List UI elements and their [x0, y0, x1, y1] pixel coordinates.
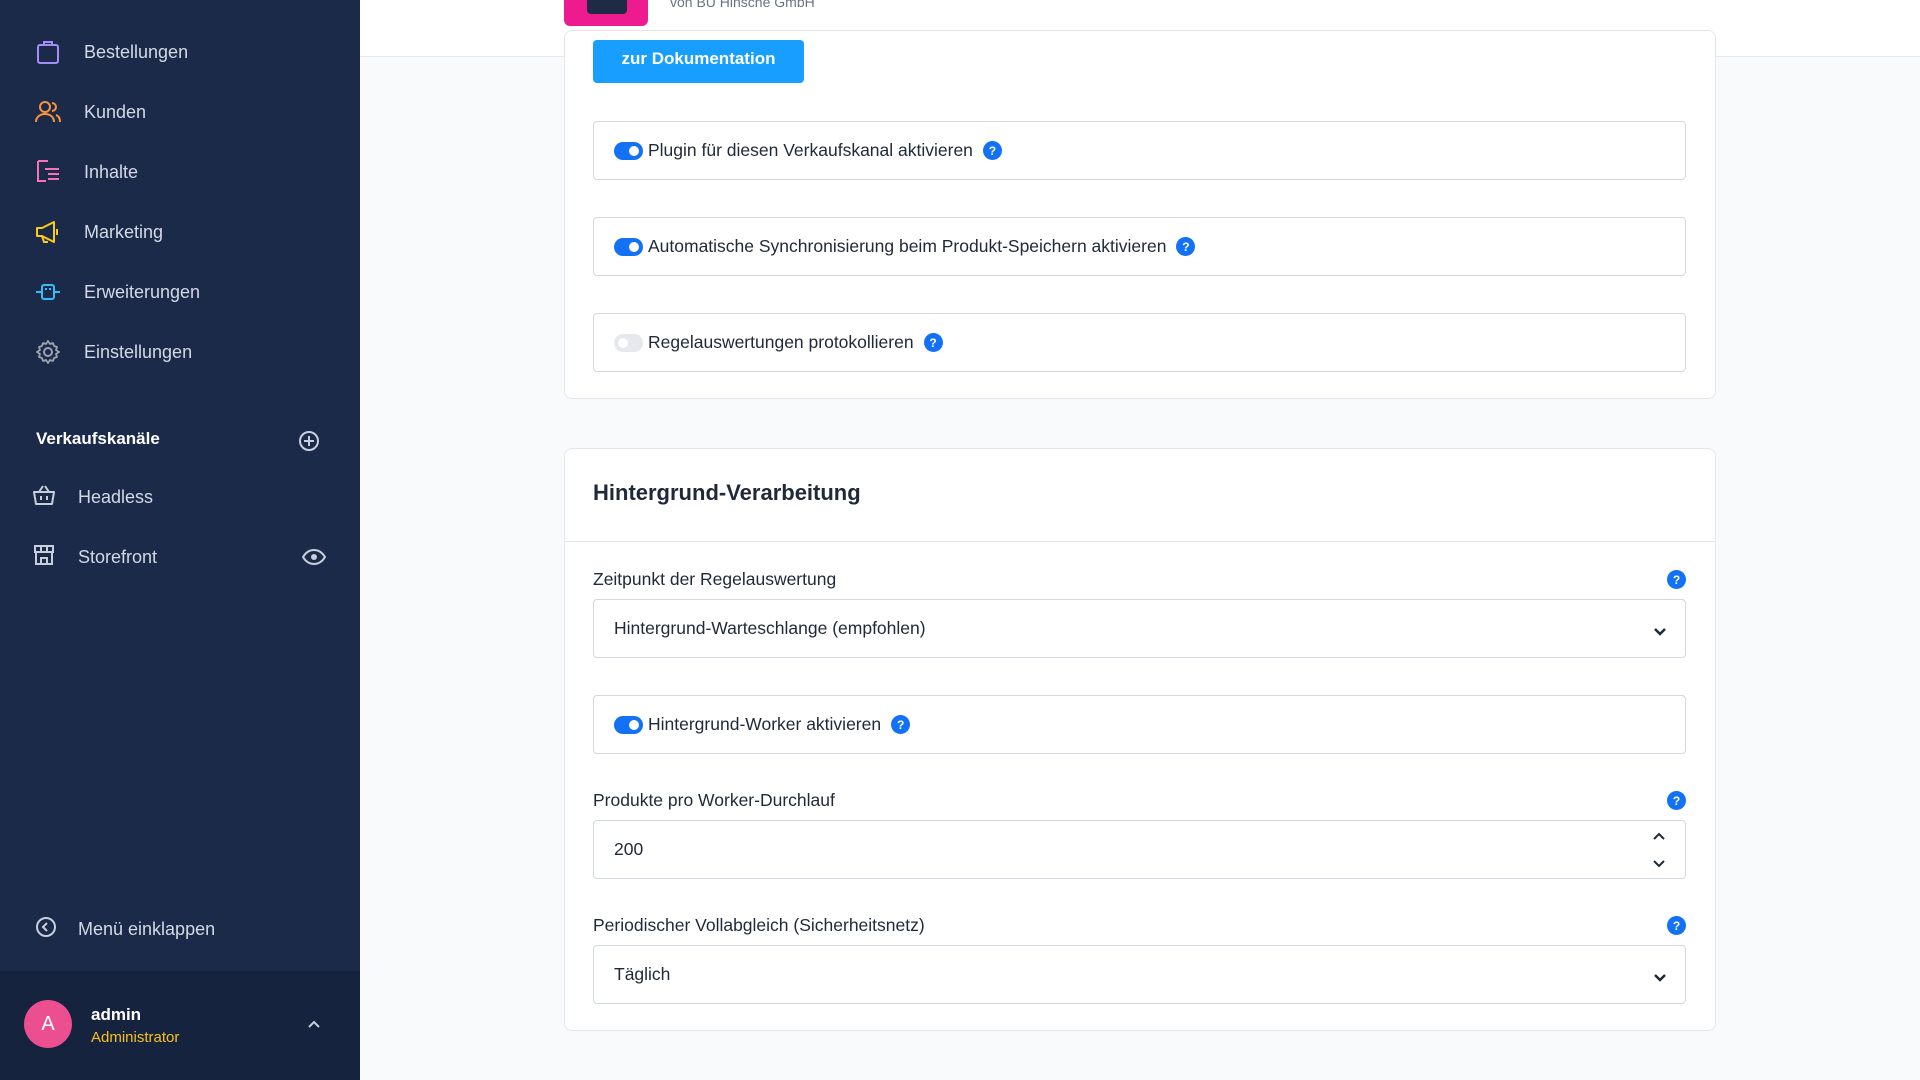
- collapse-menu-label: Menü einklappen: [78, 919, 216, 939]
- sidebar-item-customers[interactable]: Kunden: [0, 82, 360, 142]
- add-sales-channel-button[interactable]: [297, 429, 321, 453]
- sales-channel-label: Storefront: [78, 546, 158, 567]
- help-icon[interactable]: ?: [1667, 570, 1686, 589]
- users-icon: [34, 98, 62, 126]
- log-evaluations-switch[interactable]: [614, 333, 643, 352]
- content-list-icon: [34, 158, 62, 186]
- toggle-row-background-worker: Hintergrund-Worker aktivieren ?: [593, 695, 1686, 754]
- sidebar: Bestellungen Kunden Inhalte Marketing Er…: [0, 0, 360, 1080]
- plugin-active-switch[interactable]: [614, 141, 643, 160]
- products-per-run-help: ?: [1667, 791, 1686, 810]
- sales-channel-label: Headless: [78, 486, 154, 507]
- basket-icon: [32, 483, 56, 512]
- full-sync-select[interactable]: Täglich: [593, 945, 1686, 1004]
- sidebar-item-settings[interactable]: Einstellungen: [0, 322, 360, 382]
- eye-icon[interactable]: [301, 545, 327, 569]
- toggle-label: Plugin für diesen Verkaufskanal aktivier…: [648, 140, 973, 160]
- plug-icon: [34, 278, 62, 306]
- avatar: A: [24, 1000, 72, 1048]
- user-name: admin: [91, 1005, 142, 1024]
- sales-channel-headless[interactable]: Headless: [0, 469, 360, 525]
- background-worker-switch[interactable]: [614, 715, 643, 734]
- sidebar-item-orders[interactable]: Bestellungen: [0, 22, 360, 82]
- gear-icon: [34, 338, 62, 366]
- sales-channels-title: Verkaufskanäle: [36, 429, 160, 448]
- user-menu[interactable]: A admin Administrator: [0, 971, 360, 1080]
- evaluation-time-help: ?: [1667, 570, 1686, 589]
- sidebar-item-label: Marketing: [84, 221, 164, 242]
- products-per-run-label: Produkte pro Worker-Durchlauf: [593, 790, 835, 810]
- storefront-icon: [32, 543, 56, 572]
- megaphone-icon: [34, 218, 62, 246]
- user-role: Administrator: [91, 1029, 180, 1046]
- number-stepper: [1649, 827, 1669, 873]
- help-icon[interactable]: ?: [891, 715, 911, 734]
- chevron-down-icon: [1653, 860, 1665, 868]
- collapse-menu-button[interactable]: Menü einklappen: [34, 915, 215, 944]
- help-icon[interactable]: ?: [1667, 791, 1686, 810]
- evaluation-time-label: Zeitpunkt der Regelauswertung: [593, 569, 837, 589]
- toggle-label: Hintergrund-Worker aktivieren: [648, 714, 882, 734]
- toggle-row-log-evaluations: Regelauswertungen protokollieren ?: [593, 313, 1686, 372]
- toggle-label: Regelauswertungen protokollieren: [648, 332, 914, 352]
- sidebar-item-label: Bestellungen: [84, 41, 189, 62]
- main-navigation: Bestellungen Kunden Inhalte Marketing Er…: [0, 22, 360, 382]
- toggle-row-auto-sync: Automatische Synchronisierung beim Produ…: [593, 217, 1686, 276]
- toggle-label: Automatische Synchronisierung beim Produ…: [648, 236, 1167, 256]
- shopping-bag-icon: [34, 38, 62, 66]
- sidebar-item-label: Erweiterungen: [84, 281, 201, 302]
- divider: [565, 541, 1715, 542]
- chevron-left-circle-icon: [34, 915, 58, 944]
- sidebar-item-label: Kunden: [84, 101, 147, 122]
- full-sync-help: ?: [1667, 916, 1686, 935]
- documentation-button[interactable]: zur Dokumentation: [593, 40, 804, 83]
- input-value: 200: [614, 839, 644, 859]
- sidebar-item-content[interactable]: Inhalte: [0, 142, 360, 202]
- card-title: Hintergrund-Verarbeitung: [593, 480, 861, 505]
- evaluation-time-select[interactable]: Hintergrund-Warteschlange (empfohlen): [593, 599, 1686, 658]
- select-value: Täglich: [614, 964, 671, 984]
- plugin-vendor: von BU Hinsche GmbH: [670, 0, 815, 10]
- chevron-up-icon[interactable]: [304, 1014, 324, 1034]
- toggle-row-plugin-active: Plugin für diesen Verkaufskanal aktivier…: [593, 121, 1686, 180]
- help-icon[interactable]: ?: [1667, 916, 1686, 935]
- chevron-down-icon: [1653, 968, 1667, 982]
- decrement-button[interactable]: [1649, 853, 1669, 873]
- sidebar-item-label: Inhalte: [84, 161, 139, 182]
- help-icon[interactable]: ?: [923, 333, 943, 352]
- sidebar-item-marketing[interactable]: Marketing: [0, 202, 360, 262]
- chevron-down-icon: [1653, 622, 1667, 636]
- products-per-run-input[interactable]: 200: [593, 820, 1686, 879]
- increment-button[interactable]: [1649, 827, 1669, 847]
- help-icon[interactable]: ?: [1176, 237, 1196, 256]
- sales-channel-storefront[interactable]: Storefront: [0, 529, 360, 585]
- sidebar-item-extensions[interactable]: Erweiterungen: [0, 262, 360, 322]
- plugin-logo: [564, 0, 648, 26]
- auto-sync-switch[interactable]: [614, 237, 643, 256]
- sidebar-item-label: Einstellungen: [84, 341, 193, 362]
- chevron-up-icon: [1653, 832, 1665, 840]
- plus-circle-icon: [299, 431, 319, 451]
- help-icon[interactable]: ?: [982, 141, 1002, 160]
- select-value: Hintergrund-Warteschlange (empfohlen): [614, 618, 926, 638]
- full-sync-label: Periodischer Vollabgleich (Sicherheitsne…: [593, 915, 925, 935]
